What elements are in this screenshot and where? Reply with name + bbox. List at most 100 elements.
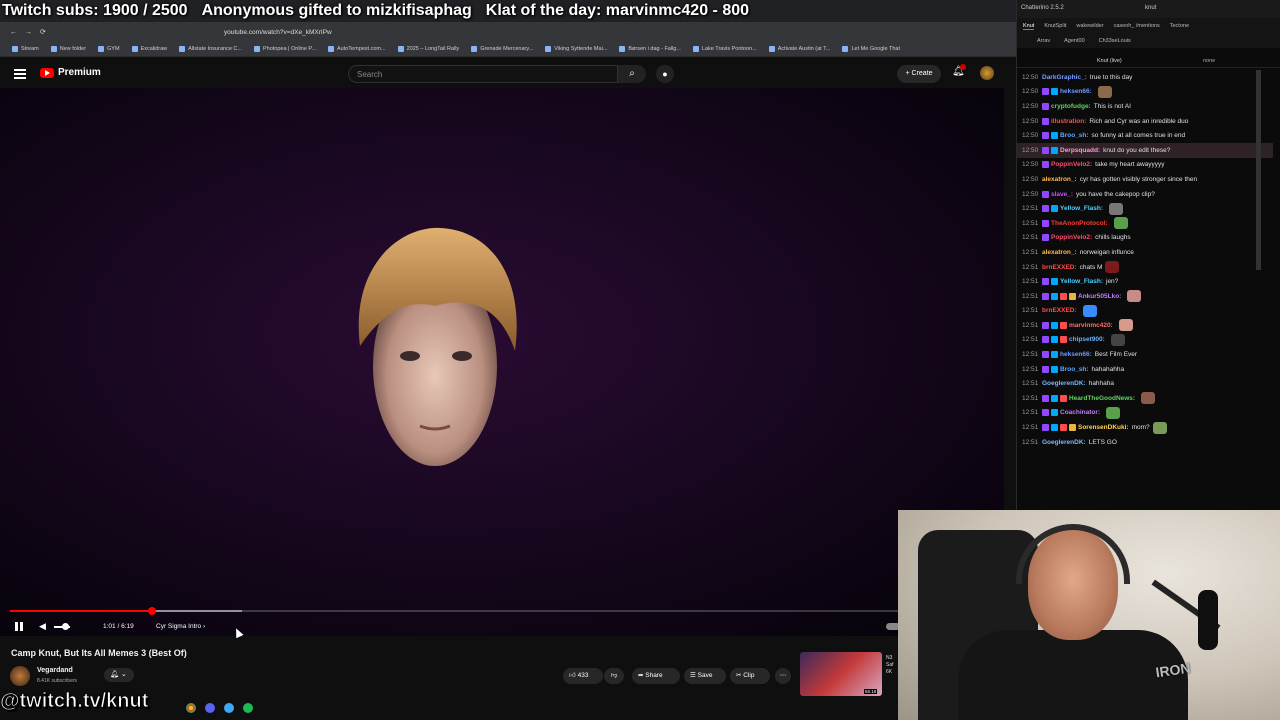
chat-message[interactable]: 12:51 marvinmc420: xyxy=(1017,318,1273,333)
chat-emote-icon[interactable] xyxy=(1105,261,1120,274)
chat-message[interactable]: 12:50 heksen66: xyxy=(1017,85,1273,100)
chat-badge-icon[interactable] xyxy=(1051,292,1058,300)
chat-username[interactable]: Coachinator: xyxy=(1060,409,1100,416)
chat-badge-icon[interactable] xyxy=(1042,409,1049,417)
bookmark-item[interactable]: Lake Travis Pontoon... xyxy=(692,46,757,52)
chat-emote-icon[interactable] xyxy=(1152,421,1167,434)
chat-badge-icon[interactable] xyxy=(1042,321,1049,329)
chat-emote-icon[interactable] xyxy=(1113,217,1128,230)
chat-username[interactable]: cryptofudge: xyxy=(1051,103,1091,110)
chat-emote-icon[interactable] xyxy=(1082,304,1097,317)
channel-avatar[interactable] xyxy=(10,666,30,686)
chat-username[interactable]: Yellow_Flash: xyxy=(1060,205,1103,212)
reload-icon[interactable]: ⟳ xyxy=(40,28,46,36)
chat-username[interactable]: illustration: xyxy=(1051,118,1086,125)
create-button[interactable]: + Create xyxy=(897,65,941,83)
url-text[interactable]: youtube.com/watch?v=dXe_kMXrIPw xyxy=(224,29,332,36)
chat-message[interactable]: 12:51 GoeglerenDK: hahhaha xyxy=(1017,376,1273,391)
chat-badge-icon[interactable] xyxy=(1051,351,1058,359)
chat-message[interactable]: 12:51 PoppinVelo2: chills laughs xyxy=(1017,231,1273,246)
chat-message[interactable]: 12:50 PoppinVelo2: take my heart awayyyyy xyxy=(1017,158,1273,173)
chat-badge-icon[interactable] xyxy=(1042,88,1049,96)
chat-username[interactable]: DarkGraphic_: xyxy=(1042,74,1087,81)
search-icon[interactable]: ⌕ xyxy=(618,65,646,83)
volume-icon[interactable]: ◀ xyxy=(39,621,46,632)
chat-message[interactable]: 12:51 Ankur505Lko: xyxy=(1017,289,1273,304)
chat-badge-icon[interactable] xyxy=(1051,132,1058,140)
chat-badge-icon[interactable] xyxy=(1060,424,1067,432)
chat-badge-icon[interactable] xyxy=(1042,102,1049,110)
bookmark-item[interactable]: Stream xyxy=(12,46,39,52)
chat-badge-icon[interactable] xyxy=(1042,365,1049,373)
chat-message[interactable]: 12:51 alexatron_: norweigan influnce xyxy=(1017,245,1273,260)
chat-badge-icon[interactable] xyxy=(1051,88,1058,96)
chat-badge-icon[interactable] xyxy=(1042,132,1049,140)
chat-badge-icon[interactable] xyxy=(1060,394,1067,402)
account-avatar[interactable] xyxy=(980,66,994,80)
chat-badge-icon[interactable] xyxy=(1042,161,1049,169)
chat-username[interactable]: Derpsquadd: xyxy=(1060,147,1100,154)
chat-scrollbar[interactable] xyxy=(1256,70,1261,270)
dislike-button[interactable]: 👎︎ xyxy=(604,668,624,684)
chat-message[interactable]: 12:51 brnEXXED: chats M xyxy=(1017,260,1273,275)
chat-message[interactable]: 12:51 brnEXXED: xyxy=(1017,304,1273,319)
chat-tab[interactable]: KnutSplit xyxy=(1044,23,1066,29)
chat-badge-icon[interactable] xyxy=(1042,146,1049,154)
chat-message[interactable]: 12:51 GoeglerenDK: LETS GO xyxy=(1017,435,1273,450)
share-button[interactable]: ➦ Share xyxy=(632,668,680,684)
save-button[interactable]: ☰ Save xyxy=(684,668,726,684)
chat-username[interactable]: slave_: xyxy=(1051,191,1073,198)
chat-emote-icon[interactable] xyxy=(1141,392,1156,405)
chat-message[interactable]: 12:51 TheAnonProtocol: xyxy=(1017,216,1273,231)
chat-badge-icon[interactable] xyxy=(1069,424,1076,432)
volume-knob[interactable] xyxy=(62,623,69,630)
discord-icon[interactable] xyxy=(205,703,215,713)
bookmark-item[interactable]: Allstate Insurance C... xyxy=(179,46,242,52)
chat-badge-icon[interactable] xyxy=(1051,336,1058,344)
chatterino-icon[interactable] xyxy=(224,703,234,713)
microphone-icon[interactable]: ● xyxy=(656,65,674,83)
pause-icon[interactable] xyxy=(15,622,23,631)
chat-badge-icon[interactable] xyxy=(1042,278,1049,286)
chat-badge-icon[interactable] xyxy=(1042,424,1049,432)
chat-username[interactable]: PoppinVelo2: xyxy=(1051,161,1092,168)
chat-username[interactable]: Broo_sh: xyxy=(1060,132,1089,139)
bookmark-item[interactable]: AutoTempest.com... xyxy=(327,46,386,52)
chat-message[interactable]: 12:51 Yellow_Flash: jen? xyxy=(1017,274,1273,289)
chat-username[interactable]: chipset900: xyxy=(1069,336,1105,343)
chat-message[interactable]: 12:50 DarkGraphic_: true to this day xyxy=(1017,70,1273,85)
chat-badge-icon[interactable] xyxy=(1069,292,1076,300)
address-bar[interactable]: ← → ⟳ youtube.com/watch?v=dXe_kMXrIPw xyxy=(0,22,1016,42)
chapter-button[interactable]: Cyr Sigma Intro › xyxy=(156,623,205,630)
bookmark-item[interactable]: Grenade Mercenary... xyxy=(471,46,533,52)
bookmark-item[interactable]: New folder xyxy=(50,46,86,52)
next-video-label[interactable]: N3 Saf 6K xyxy=(886,655,894,676)
chat-message[interactable]: 12:50 alexatron_: cyr has gotten visibly s… xyxy=(1017,172,1273,187)
bookmark-item[interactable]: 2025 – LongTail Rally xyxy=(397,46,459,52)
chat-badge-icon[interactable] xyxy=(1042,394,1049,402)
chat-username[interactable]: SorensenDKuki: xyxy=(1078,424,1129,431)
chat-badge-icon[interactable] xyxy=(1060,292,1067,300)
hamburger-menu-icon[interactable] xyxy=(14,69,26,79)
chat-tab[interactable]: Arrav xyxy=(1037,38,1050,44)
chat-filter-label[interactable]: none xyxy=(1203,58,1215,64)
chat-badge-icon[interactable] xyxy=(1051,146,1058,154)
chat-emote-icon[interactable] xyxy=(1110,333,1125,346)
chat-badge-icon[interactable] xyxy=(1051,365,1058,373)
chat-badge-icon[interactable] xyxy=(1051,409,1058,417)
chat-message[interactable]: 12:51 SorensenDKuki: mom? xyxy=(1017,420,1273,435)
chat-message[interactable]: 12:51 HeardTheGoodNews: xyxy=(1017,391,1273,406)
chat-username[interactable]: alexatron_: xyxy=(1042,249,1077,256)
bookmark-item[interactable]: Børsen i dag - Fallg... xyxy=(619,46,681,52)
chat-badge-icon[interactable] xyxy=(1051,394,1058,402)
chat-badge-icon[interactable] xyxy=(1060,336,1067,344)
chat-message[interactable]: 12:51 Broo_sh: hahahahha xyxy=(1017,362,1273,377)
like-button[interactable]: 👍︎ 433 xyxy=(563,668,603,684)
chat-badge-icon[interactable] xyxy=(1042,351,1049,359)
forward-icon[interactable]: → xyxy=(25,29,32,36)
chat-username[interactable]: Broo_sh: xyxy=(1060,366,1089,373)
search-input[interactable]: Search xyxy=(348,65,618,83)
clip-button[interactable]: ✂ Clip xyxy=(730,668,770,684)
chat-message[interactable]: 12:50 Derpsquadd: knut do you edit these? xyxy=(1017,142,1273,158)
bookmark-item[interactable]: Photopea | Online P... xyxy=(253,46,316,52)
